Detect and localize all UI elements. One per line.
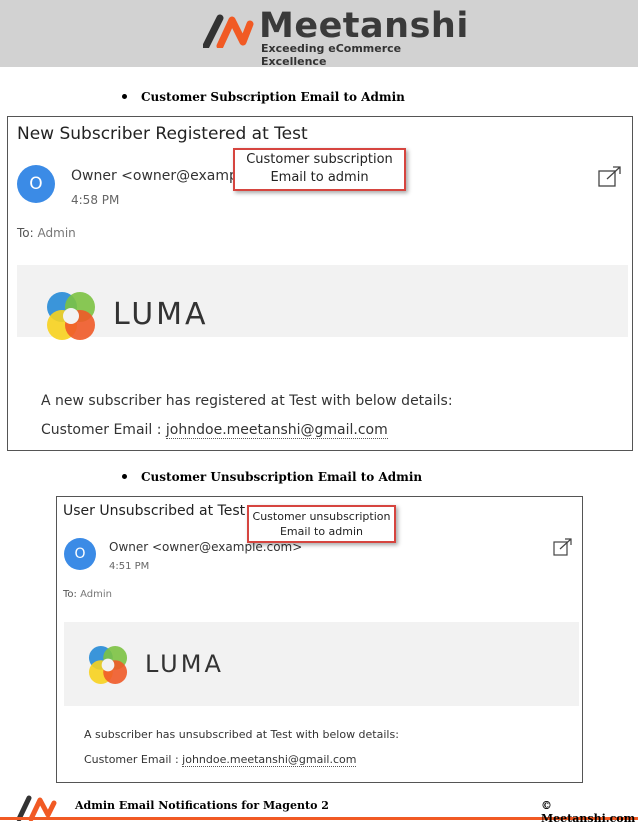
bullet-dot	[122, 94, 127, 99]
sender-address[interactable]: Owner <owner@example.com>	[71, 168, 236, 184]
popout-icon[interactable]	[553, 538, 573, 556]
email-body-text: A subscriber has unsubscribed at Test wi…	[84, 728, 399, 741]
customer-email-label: Customer Email :	[41, 422, 162, 438]
callout-line-2: Email to admin	[270, 170, 369, 185]
customer-email-line: Customer Email : johndoe.meetanshi@gmail…	[41, 422, 388, 439]
customer-email-line: Customer Email : johndoe.meetanshi@gmail…	[84, 753, 357, 767]
customer-email-label: Customer Email :	[84, 753, 179, 766]
to-value: Admin	[37, 226, 76, 240]
bullet-dot	[122, 474, 127, 479]
brand-name: Meetanshi	[259, 6, 469, 46]
footer-copyright: © Meetanshi.com	[541, 799, 636, 825]
to-label: To:	[63, 589, 77, 600]
sent-time: 4:51 PM	[109, 561, 150, 572]
email-subject: New Subscriber Registered at Test	[17, 124, 308, 144]
to-label: To:	[17, 226, 34, 240]
sent-time: 4:58 PM	[71, 193, 120, 207]
logo-band: LUMA	[17, 265, 628, 340]
callout-line-1: Customer unsubscription	[252, 510, 391, 523]
brand-logo: Meetanshi Exceeding eCommerce Excellence	[203, 6, 468, 68]
customer-email-link[interactable]: johndoe.meetanshi@gmail.com	[165, 422, 388, 439]
logo-band: LUMA	[64, 622, 579, 706]
email-subject: User Unsubscribed at Test	[63, 503, 246, 519]
section-heading-subscription: Customer Subscription Email to Admin	[122, 90, 405, 104]
to-line: To: Admin	[63, 589, 112, 600]
bullet-text: Customer Subscription Email to Admin	[141, 90, 405, 104]
callout-line-1: Customer subscription	[246, 152, 393, 167]
luma-logo-text: LUMA	[145, 650, 224, 678]
header-banner: Meetanshi Exceeding eCommerce Excellence	[0, 0, 638, 68]
meetanshi-logo-icon	[203, 14, 254, 48]
customer-email-link[interactable]: johndoe.meetanshi@gmail.com	[182, 753, 357, 767]
avatar: O	[17, 165, 55, 203]
to-value: Admin	[80, 589, 112, 600]
bullet-text: Customer Unsubscription Email to Admin	[141, 470, 423, 484]
footer-title: Admin Email Notifications for Magento 2	[75, 799, 329, 812]
luma-logo-icon	[47, 292, 95, 340]
to-line: To: Admin	[17, 226, 76, 240]
callout-subscription: Customer subscription Email to admin	[233, 148, 406, 191]
brand-tagline: Exceeding eCommerce Excellence	[261, 42, 402, 68]
avatar: O	[64, 538, 96, 570]
email-body-text: A new subscriber has registered at Test …	[41, 393, 453, 409]
popout-icon[interactable]	[598, 166, 622, 188]
callout-line-2: Email to admin	[279, 525, 364, 538]
luma-logo-icon	[88, 645, 128, 685]
callout-unsubscription: Customer unsubscription Email to admin	[247, 505, 396, 543]
luma-logo-text: LUMA	[113, 297, 209, 332]
section-heading-unsubscription: Customer Unsubscription Email to Admin	[122, 470, 422, 484]
